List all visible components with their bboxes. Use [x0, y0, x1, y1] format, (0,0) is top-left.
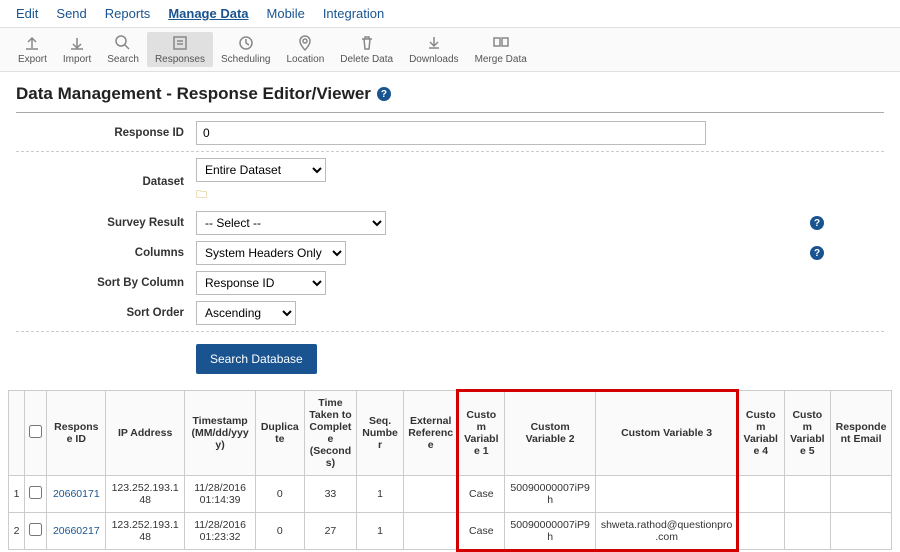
th-checkbox [25, 391, 47, 476]
select-sort-order[interactable]: Ascending [196, 301, 296, 325]
tool-delete-data[interactable]: Delete Data [332, 32, 401, 67]
cell-time-taken: 33 [304, 476, 357, 513]
cell-seq: 1 [357, 513, 404, 550]
divider-dashed [16, 151, 884, 152]
cell-cv1: Case [458, 513, 505, 550]
th-time-taken: Time Taken to Complete (Seconds) [304, 391, 357, 476]
label-survey-result: Survey Result [16, 217, 196, 229]
select-sort-by[interactable]: Response ID [196, 271, 326, 295]
input-response-id[interactable] [196, 121, 706, 145]
nav-edit[interactable]: Edit [16, 6, 38, 21]
select-survey-result[interactable]: -- Select -- [196, 211, 386, 235]
import-icon [68, 34, 86, 52]
th-rownum [9, 391, 25, 476]
cell-checkbox [25, 513, 47, 550]
responses-icon [171, 34, 189, 52]
cell-rownum: 2 [9, 513, 25, 550]
checkbox-all[interactable] [29, 425, 42, 438]
select-columns[interactable]: System Headers Only [196, 241, 346, 265]
th-ext-ref: External Reference [403, 391, 458, 476]
divider [16, 112, 884, 113]
row-checkbox[interactable] [29, 486, 42, 499]
tool-merge-data[interactable]: Merge Data [467, 32, 535, 67]
cell-cv4 [737, 513, 784, 550]
cell-ip: 123.252.193.148 [106, 513, 185, 550]
cell-response-id[interactable]: 20660217 [47, 513, 106, 550]
cell-checkbox [25, 476, 47, 513]
downloads-icon [425, 34, 443, 52]
nav-send[interactable]: Send [56, 6, 86, 21]
label-sort-by: Sort By Column [16, 277, 196, 289]
tool-import[interactable]: Import [55, 32, 99, 67]
tool-responses[interactable]: Responses [147, 32, 213, 67]
cell-ip: 123.252.193.148 [106, 476, 185, 513]
th-cv5: Custom Variable 5 [784, 391, 831, 476]
table-row: 2 20660217123.252.193.14811/28/2016 01:23… [9, 513, 892, 550]
cell-ext-ref [403, 513, 458, 550]
cell-response-id[interactable]: 20660171 [47, 476, 106, 513]
cell-duplicate: 0 [256, 476, 305, 513]
cell-cv1: Case [458, 476, 505, 513]
cell-duplicate: 0 [256, 513, 305, 550]
cell-ext-ref [403, 476, 458, 513]
search-icon [114, 34, 132, 52]
th-duplicate: Duplicate [256, 391, 305, 476]
nav-manage-data[interactable]: Manage Data [168, 6, 248, 21]
th-response-id: Response ID [47, 391, 106, 476]
row-checkbox[interactable] [29, 523, 42, 536]
tool-scheduling[interactable]: Scheduling [213, 32, 278, 67]
th-seq: Seq. Number [357, 391, 404, 476]
scheduling-icon [237, 34, 255, 52]
help-icon-survey[interactable]: ? [810, 216, 824, 230]
cell-cv3 [596, 476, 738, 513]
cell-timestamp: 11/28/2016 01:14:39 [185, 476, 256, 513]
nav-integration[interactable]: Integration [323, 6, 384, 21]
tool-downloads[interactable]: Downloads [401, 32, 466, 67]
tool-location[interactable]: Location [278, 32, 332, 67]
merge-icon [492, 34, 510, 52]
cell-seq: 1 [357, 476, 404, 513]
cell-cv5 [784, 476, 831, 513]
location-icon [296, 34, 314, 52]
cell-cv3: shweta.rathod@questionpro.com [596, 513, 738, 550]
th-cv4: Custom Variable 4 [737, 391, 784, 476]
cell-time-taken: 27 [304, 513, 357, 550]
th-timestamp: Timestamp (MM/dd/yyyy) [185, 391, 256, 476]
cell-email [831, 513, 892, 550]
help-icon-columns[interactable]: ? [810, 246, 824, 260]
table-row: 1 20660171123.252.193.14811/28/2016 01:14… [9, 476, 892, 513]
label-columns: Columns [16, 247, 196, 259]
cell-rownum: 1 [9, 476, 25, 513]
label-response-id: Response ID [16, 127, 196, 139]
folder-icon[interactable]: 🗀 [196, 186, 326, 205]
th-email: Respondent Email [831, 391, 892, 476]
cell-timestamp: 11/28/2016 01:23:32 [185, 513, 256, 550]
th-cv3: Custom Variable 3 [596, 391, 738, 476]
tool-search[interactable]: Search [99, 32, 147, 67]
cell-cv4 [737, 476, 784, 513]
select-dataset[interactable]: Entire Dataset [196, 158, 326, 182]
search-database-button[interactable]: Search Database [196, 344, 317, 374]
divider-dashed [16, 331, 884, 332]
cell-email [831, 476, 892, 513]
label-sort-order: Sort Order [16, 307, 196, 319]
th-ip: IP Address [106, 391, 185, 476]
th-cv2: Custom Variable 2 [505, 391, 596, 476]
export-icon [23, 34, 41, 52]
results-table: Response ID IP Address Timestamp (MM/dd/… [8, 390, 892, 550]
delete-icon [358, 34, 376, 52]
nav-reports[interactable]: Reports [105, 6, 151, 21]
cell-cv5 [784, 513, 831, 550]
label-dataset: Dataset [16, 176, 196, 188]
cell-cv2: 50090000007iP9h [505, 476, 596, 513]
nav-mobile[interactable]: Mobile [267, 6, 305, 21]
page-title: Data Management - Response Editor/Viewer [16, 84, 371, 104]
cell-cv2: 50090000007iP9h [505, 513, 596, 550]
help-icon[interactable]: ? [377, 87, 391, 101]
th-cv1: Custom Variable 1 [458, 391, 505, 476]
tool-export[interactable]: Export [10, 32, 55, 67]
